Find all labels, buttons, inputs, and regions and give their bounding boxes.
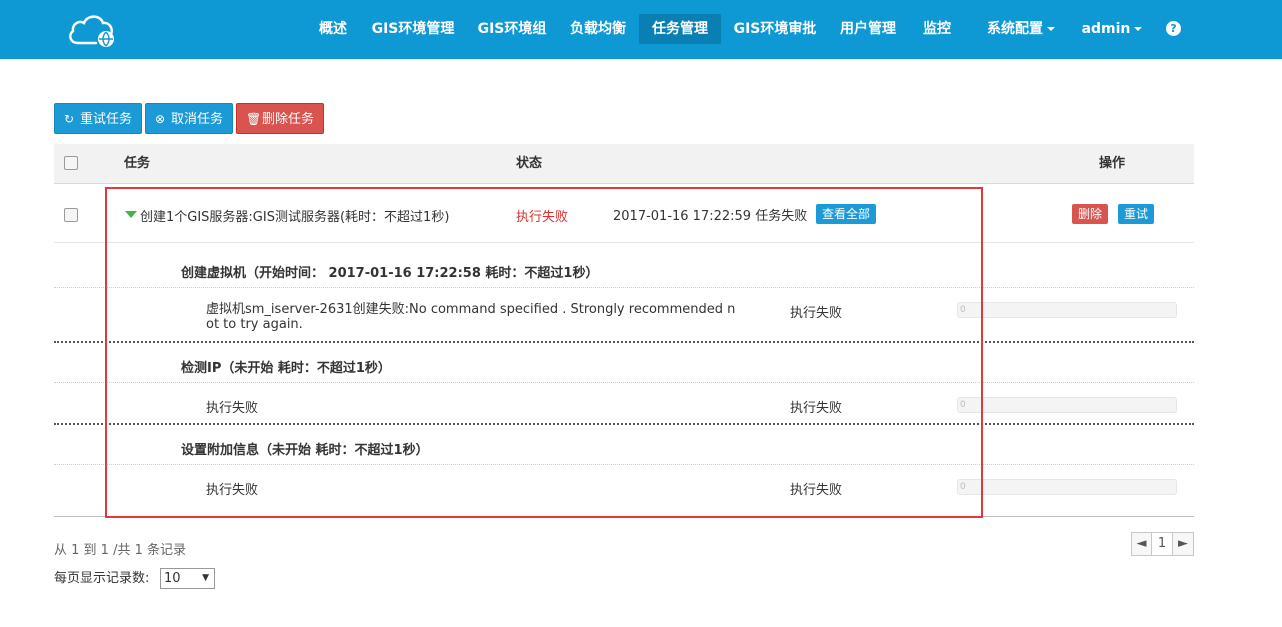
record-summary: 从 1 到 1 /共 1 条记录 bbox=[54, 543, 186, 558]
chevron-down-icon bbox=[1134, 27, 1143, 31]
retry-task-button[interactable]: ↻ 重试任务 bbox=[54, 103, 143, 134]
step-title: 设置附加信息（未开始 耗时：不超过1秒） bbox=[181, 443, 429, 458]
table-bottom-border bbox=[54, 516, 1194, 517]
step-separator bbox=[54, 423, 1194, 425]
nav-item-tasks[interactable]: 任务管理 bbox=[639, 14, 721, 44]
delete-task-button[interactable]: 🗑删除任务 bbox=[236, 103, 325, 134]
header-status: 状态 bbox=[516, 156, 543, 171]
delete-task-label: 删除任务 bbox=[262, 112, 315, 127]
help-icon[interactable]: ? bbox=[1166, 21, 1181, 36]
header-actions: 操作 bbox=[1099, 156, 1126, 171]
expand-triangle-icon[interactable] bbox=[125, 211, 137, 218]
top-navbar: 概述 GIS环境管理 GIS环境组 负载均衡 任务管理 GIS环境审批 用户管理… bbox=[0, 0, 1282, 59]
per-page-label: 每页显示记录数: bbox=[54, 571, 150, 586]
retry-task-label: 重试任务 bbox=[80, 112, 133, 127]
step-detail: 执行失败 bbox=[206, 483, 259, 498]
task-name: 创建1个GIS服务器:GIS测试服务器(耗时：不超过1秒) bbox=[140, 210, 450, 225]
per-page-select[interactable]: 10 ▼ bbox=[160, 568, 215, 589]
user-menu[interactable]: admin bbox=[1076, 14, 1148, 44]
cancel-task-label: 取消任务 bbox=[171, 112, 224, 127]
refresh-icon: ↻ bbox=[64, 112, 75, 126]
row-checkbox[interactable] bbox=[64, 208, 78, 222]
row-retry-button[interactable]: 重试 bbox=[1118, 204, 1155, 224]
step-detail: 虚拟机sm_iserver-2631创建失败:No command specif… bbox=[206, 302, 735, 332]
page-prev-button[interactable]: ◄ bbox=[1131, 532, 1152, 556]
nav-item-gis-env[interactable]: GIS环境管理 bbox=[366, 14, 460, 44]
select-all-checkbox[interactable] bbox=[64, 156, 78, 170]
user-name: admin bbox=[1081, 21, 1131, 37]
chevron-down-icon bbox=[1047, 27, 1055, 31]
progress-label: 0 bbox=[960, 482, 966, 492]
divider bbox=[54, 287, 1194, 288]
view-all-button[interactable]: 查看全部 bbox=[816, 204, 877, 224]
step-title: 创建虚拟机（开始时间： 2017-01-16 17:22:58 耗时：不超过1秒… bbox=[181, 266, 599, 281]
step-separator bbox=[54, 341, 1194, 343]
header-task: 任务 bbox=[124, 156, 151, 171]
nav-item-load-balance[interactable]: 负载均衡 bbox=[562, 14, 634, 44]
step-detail-line: 虚拟机sm_iserver-2631创建失败:No command specif… bbox=[206, 302, 736, 317]
divider bbox=[54, 382, 1194, 383]
progress-label: 0 bbox=[960, 305, 966, 315]
step-status: 执行失败 bbox=[790, 306, 843, 321]
per-page-value: 10 bbox=[164, 571, 181, 586]
table-header: 任务 状态 操作 bbox=[54, 144, 1194, 184]
step-title: 检测IP（未开始 耗时：不超过1秒） bbox=[181, 361, 391, 376]
step-progress-bar: 0 bbox=[957, 302, 1177, 318]
table-row: 创建1个GIS服务器:GIS测试服务器(耗时：不超过1秒) 执行失败 2017-… bbox=[54, 185, 1194, 243]
step-progress-bar: 0 bbox=[957, 479, 1177, 495]
step-detail-line: ot to try again. bbox=[206, 317, 303, 332]
system-config-label: 系统配置 bbox=[987, 21, 1043, 37]
page-next-button[interactable]: ► bbox=[1172, 532, 1194, 556]
nav-item-gis-approval[interactable]: GIS环境审批 bbox=[727, 14, 823, 44]
step-progress-bar: 0 bbox=[957, 397, 1177, 413]
divider bbox=[54, 464, 1194, 465]
row-delete-button[interactable]: 删除 bbox=[1072, 204, 1109, 224]
nav-item-gis-group[interactable]: GIS环境组 bbox=[470, 14, 554, 44]
trash-icon: 🗑 bbox=[246, 112, 262, 126]
dropdown-arrow-icon: ▼ bbox=[202, 573, 209, 583]
nav-item-monitor[interactable]: 监控 bbox=[914, 14, 960, 44]
step-status: 执行失败 bbox=[790, 483, 843, 498]
main-nav: 概述 GIS环境管理 GIS环境组 负载均衡 任务管理 GIS环境审批 用户管理… bbox=[0, 0, 1282, 59]
nav-item-users[interactable]: 用户管理 bbox=[832, 14, 904, 44]
task-status: 执行失败 bbox=[516, 210, 569, 225]
nav-item-overview[interactable]: 概述 bbox=[310, 14, 356, 44]
cancel-circle-icon: ⊗ bbox=[155, 112, 166, 126]
progress-label: 0 bbox=[960, 400, 966, 410]
task-message: 2017-01-16 17:22:59 任务失败 bbox=[613, 209, 808, 224]
page-current-button[interactable]: 1 bbox=[1151, 532, 1173, 556]
step-status: 执行失败 bbox=[790, 401, 843, 416]
step-detail: 执行失败 bbox=[206, 401, 259, 416]
cancel-task-button[interactable]: ⊗ 取消任务 bbox=[145, 103, 234, 134]
nav-item-system-config[interactable]: 系统配置 bbox=[978, 14, 1064, 44]
